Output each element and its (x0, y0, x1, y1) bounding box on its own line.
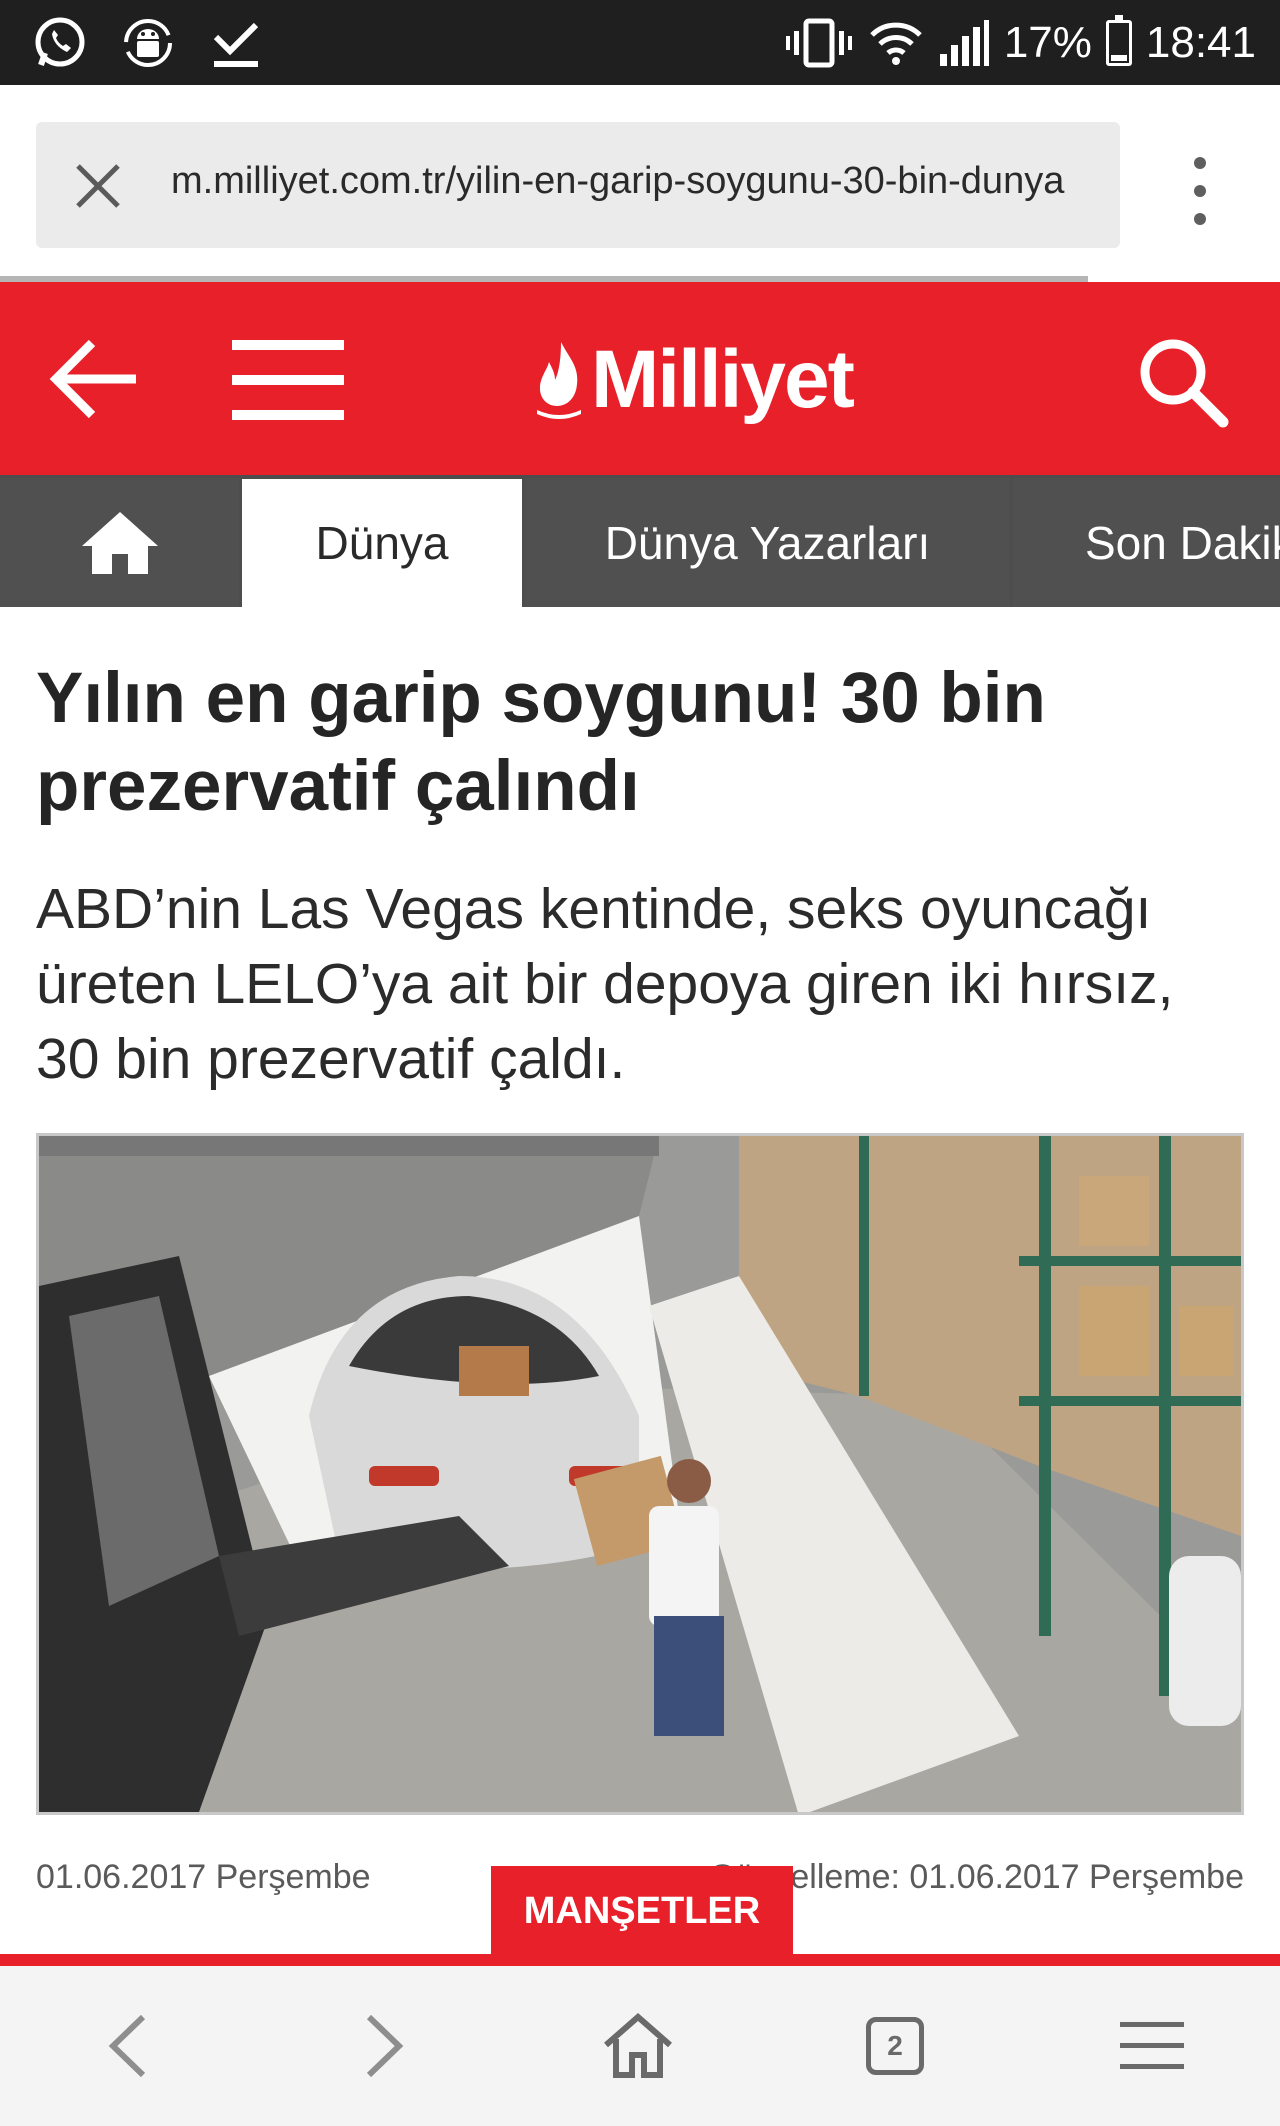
battery-icon (1105, 14, 1132, 66)
address-bar[interactable]: m.milliyet.com.tr/yilin-en-garip-soygunu… (36, 122, 1120, 248)
category-tabs: Dünya Dünya Yazarları Son Dakika (0, 475, 1280, 607)
search-icon[interactable] (1135, 334, 1230, 429)
wifi-icon (870, 22, 922, 65)
flame-icon (537, 341, 581, 419)
whatsapp-icon (30, 14, 90, 72)
hamburger-menu-icon[interactable] (232, 340, 344, 420)
close-icon[interactable] (72, 160, 124, 212)
browser-bottom-nav: 2 (0, 1966, 1280, 2126)
logo-text: Milliyet (591, 333, 855, 425)
tab-count: 2 (866, 2017, 924, 2075)
red-divider (0, 1954, 1280, 1966)
chevron-left-icon (108, 2014, 146, 2078)
clock: 18:41 (1145, 17, 1256, 67)
tab-dunya-yazarlari[interactable]: Dünya Yazarları (525, 478, 1010, 607)
tab-son-dakika[interactable]: Son Dakika (1013, 478, 1280, 607)
browser-menu-button[interactable] (1112, 2006, 1192, 2086)
article-photo[interactable] (36, 1133, 1244, 1815)
site-header: Milliyet (0, 282, 1280, 475)
tab-home[interactable] (0, 478, 239, 607)
vibrate-icon (785, 18, 852, 67)
android-debug-icon (118, 14, 178, 72)
overflow-menu-icon[interactable] (1188, 157, 1212, 225)
battery-percent: 17% (1003, 17, 1092, 67)
back-arrow-icon[interactable] (48, 337, 140, 422)
chevron-right-icon (366, 2014, 404, 2078)
browser-tabs-button[interactable]: 2 (855, 2006, 935, 2086)
download-done-icon (206, 14, 266, 72)
menu-icon (1120, 2022, 1184, 2069)
signal-icon (939, 19, 989, 66)
url-text[interactable]: m.milliyet.com.tr/yilin-en-garip-soygunu… (171, 160, 1106, 203)
home-outline-icon (604, 2013, 672, 2078)
mansetler-button[interactable]: MANŞETLER (491, 1866, 793, 1956)
browser-home-button[interactable] (598, 2006, 678, 2086)
article-headline: Yılın en garip soygunu! 30 bin prezervat… (36, 659, 1046, 826)
milliyet-logo[interactable]: Milliyet (535, 332, 855, 427)
browser-forward-button[interactable] (344, 2006, 424, 2086)
publish-date: 01.06.2017 Perşembe (36, 1858, 371, 1896)
status-bar: 17% 18:41 (0, 0, 1280, 85)
browser-toolbar: m.milliyet.com.tr/yilin-en-garip-soygunu… (0, 85, 1280, 282)
article-lede: ABD’nin Las Vegas kentinde, seks oyuncağ… (36, 877, 1174, 1091)
home-icon (81, 511, 158, 574)
browser-back-button[interactable] (88, 2006, 168, 2086)
warehouse-security-camera-image (39, 1136, 1241, 1812)
tab-dunya[interactable]: Dünya (242, 479, 522, 607)
